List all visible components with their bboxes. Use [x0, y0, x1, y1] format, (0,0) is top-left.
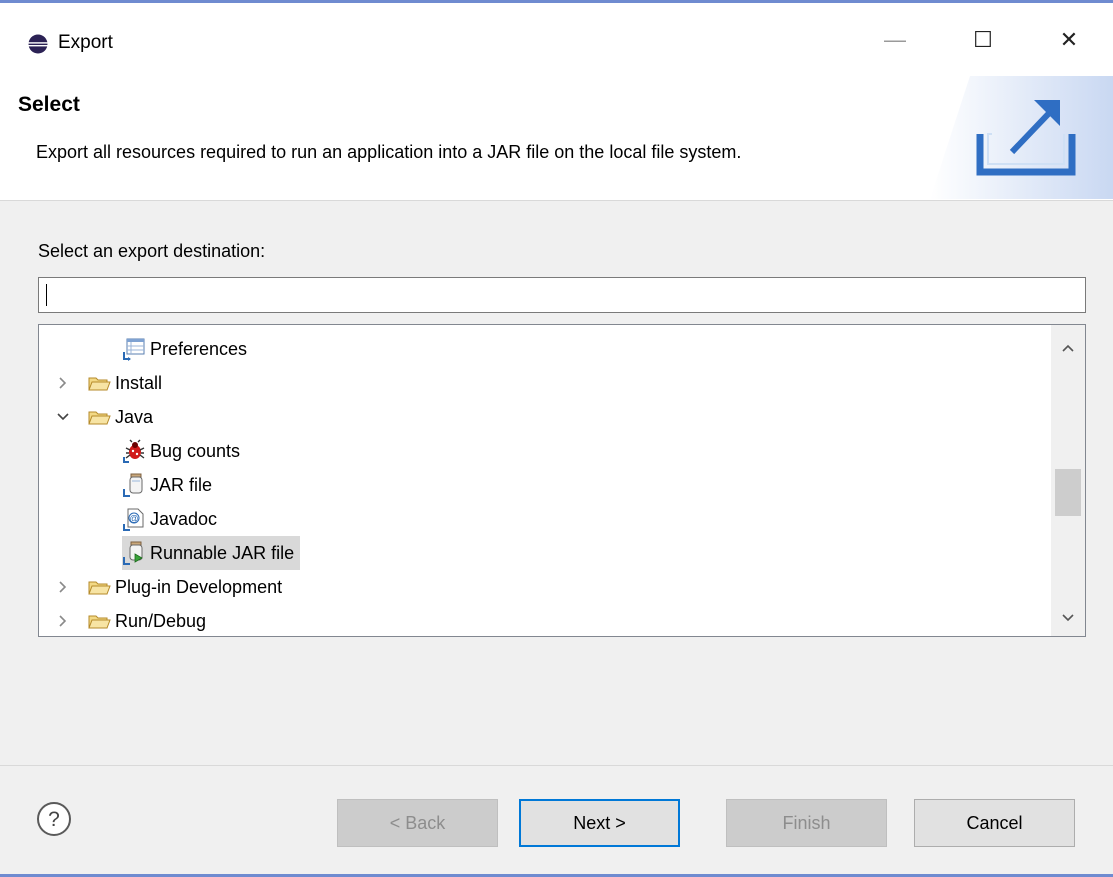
chevron-right-icon[interactable]	[54, 570, 72, 604]
tree-item-content[interactable]: Java	[87, 400, 153, 434]
scroll-down-button[interactable]	[1051, 601, 1085, 635]
filter-input[interactable]	[38, 277, 1086, 313]
tree-item-label: Bug counts	[150, 440, 241, 461]
folder-icon	[87, 609, 111, 633]
footer-divider	[0, 765, 1113, 766]
vertical-scrollbar[interactable]	[1051, 325, 1085, 636]
page-description: Export all resources required to run an …	[36, 142, 742, 162]
preferences-export-icon	[122, 337, 146, 361]
tree-item-label: Javadoc	[150, 508, 218, 529]
tree-item-preferences[interactable]: Preferences	[39, 332, 1049, 366]
tree-item-label: Preferences	[150, 338, 248, 359]
tree-item-content[interactable]: Plug-in Development	[87, 570, 282, 604]
tree-item-label: Install	[115, 372, 163, 393]
next-button[interactable]: Next >	[519, 799, 680, 847]
page-title: Select	[18, 93, 80, 116]
tree-item-content[interactable]: Run/Debug	[87, 604, 207, 636]
bug-icon	[122, 439, 146, 463]
runnable-jar-icon	[122, 541, 146, 565]
tree-item-run-debug[interactable]: Run/Debug	[39, 604, 1049, 636]
tree-item-content[interactable]: Preferences	[122, 332, 247, 366]
text-cursor	[46, 284, 47, 306]
tree-item-content[interactable]: JAR file	[122, 468, 212, 502]
back-button[interactable]: < Back	[337, 799, 498, 847]
svg-text:?: ?	[48, 808, 60, 831]
export-destination-tree[interactable]: Run/Debug Plug-in Development Runnable JAR…	[38, 324, 1086, 637]
jar-export-icon	[122, 473, 146, 497]
folder-icon	[87, 575, 111, 599]
export-wizard-icon	[930, 76, 1113, 199]
minimize-button[interactable]: —	[870, 15, 920, 65]
tree-item-content[interactable]: Runnable JAR file	[122, 536, 301, 570]
cancel-button[interactable]: Cancel	[914, 799, 1075, 847]
finish-button[interactable]: Finish	[726, 799, 887, 847]
help-icon[interactable]: ?	[36, 801, 72, 837]
tree-item-label: Run/Debug	[115, 610, 207, 631]
tree-item-content[interactable]: Bug counts	[122, 434, 240, 468]
tree-item-javadoc[interactable]: @ Javadoc	[39, 502, 1049, 536]
scroll-up-button[interactable]	[1051, 331, 1085, 365]
folder-icon	[87, 405, 111, 429]
chevron-up-icon	[1062, 344, 1074, 352]
tree-item-runnable-jar-file[interactable]: Runnable JAR file	[39, 536, 1049, 570]
folder-icon	[87, 371, 111, 395]
tree-item-label: Java	[115, 406, 154, 427]
window-title: Export	[58, 32, 113, 53]
destination-label: Select an export destination:	[38, 241, 266, 261]
chevron-down-icon[interactable]	[54, 400, 72, 434]
chevron-down-icon	[1062, 614, 1074, 622]
chevron-right-icon[interactable]	[54, 366, 72, 400]
title-bar[interactable]: Export — ☐ ✕	[0, 3, 1113, 76]
tree-item-content[interactable]: @ Javadoc	[122, 502, 217, 536]
tree-item-content[interactable]: Install	[87, 366, 162, 400]
wizard-header: Select Export all resources required to …	[0, 76, 1113, 201]
tree-item-label: JAR file	[150, 474, 213, 495]
svg-text:@: @	[129, 514, 138, 524]
scroll-thumb[interactable]	[1055, 469, 1081, 516]
javadoc-icon: @	[122, 507, 146, 531]
tree-item-bug-counts[interactable]: Bug counts	[39, 434, 1049, 468]
tree-item-label: Runnable JAR file	[150, 542, 295, 563]
maximize-button[interactable]: ☐	[958, 15, 1008, 65]
tree-item-java[interactable]: Java	[39, 400, 1049, 434]
close-button[interactable]: ✕	[1044, 15, 1094, 65]
tree-item-jar-file[interactable]: JAR file	[39, 468, 1049, 502]
tree-item-install[interactable]: Install	[39, 366, 1049, 400]
tree-item-plug-in-development[interactable]: Plug-in Development	[39, 570, 1049, 604]
chevron-right-icon[interactable]	[54, 604, 72, 636]
tree-item-label: Plug-in Development	[115, 576, 283, 597]
eclipse-icon	[28, 34, 48, 54]
